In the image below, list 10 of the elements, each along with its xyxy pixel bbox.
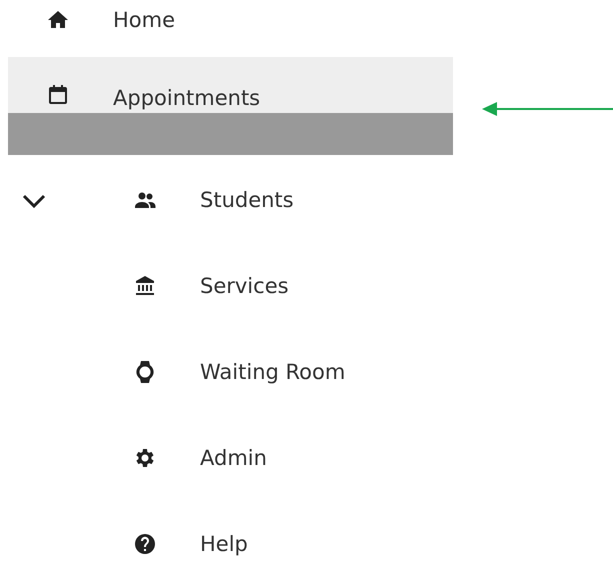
nav-item[interactable]: Services: [0, 271, 613, 301]
nav-item[interactable]: Home: [0, 5, 613, 35]
nav-item[interactable]: Admin: [0, 443, 613, 473]
calendar-icon: [46, 83, 70, 107]
nav-item[interactable]: Waiting Room: [0, 357, 613, 387]
nav-item[interactable]: Students: [0, 185, 613, 215]
nav-item[interactable]: Help: [0, 529, 613, 559]
help-icon: [133, 532, 157, 556]
bank-icon: [133, 274, 157, 298]
nav-item[interactable]: Appointments: [8, 57, 453, 113]
